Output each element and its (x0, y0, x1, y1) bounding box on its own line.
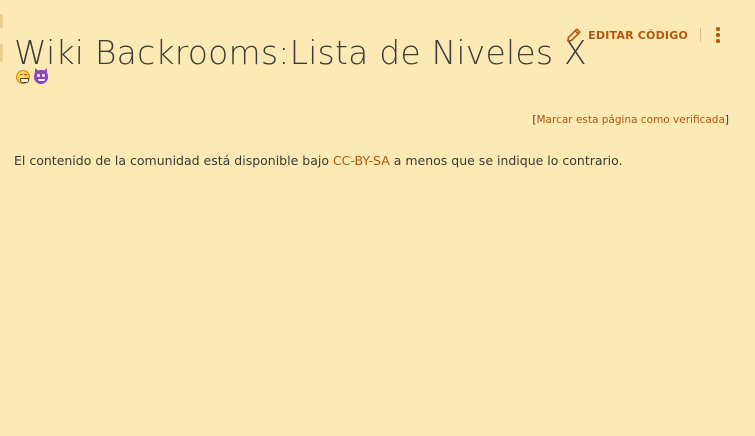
smiling-devil-icon (34, 70, 48, 84)
edit-source-button[interactable]: EDITAR CÓDIGO (566, 27, 688, 43)
license-notice: El contenido de la comunidad está dispon… (14, 153, 623, 168)
left-edge-tab[interactable] (0, 44, 3, 62)
reaction-emoji-row (16, 70, 48, 84)
close-bracket: ] (724, 114, 729, 126)
verification-notice: [Marcar esta página como verificada] (532, 114, 729, 126)
cc-by-sa-link[interactable]: CC-BY-SA (333, 153, 390, 168)
left-edge-tab[interactable] (0, 14, 3, 28)
pencil-icon (566, 27, 582, 43)
page-title: Wiki Backrooms:Lista de Niveles X (14, 33, 587, 73)
more-options-button[interactable] (713, 26, 723, 44)
license-prefix: El contenido de la comunidad está dispon… (14, 153, 333, 168)
edit-source-label: EDITAR CÓDIGO (588, 28, 688, 42)
mark-verified-link[interactable]: Marcar esta página como verificada (537, 114, 725, 126)
kebab-menu-icon (716, 27, 720, 31)
license-suffix: a menos que se indique lo contrario. (389, 153, 623, 168)
page-header-actions: EDITAR CÓDIGO (566, 24, 723, 46)
grinning-face-icon (16, 70, 30, 84)
divider (700, 28, 701, 42)
